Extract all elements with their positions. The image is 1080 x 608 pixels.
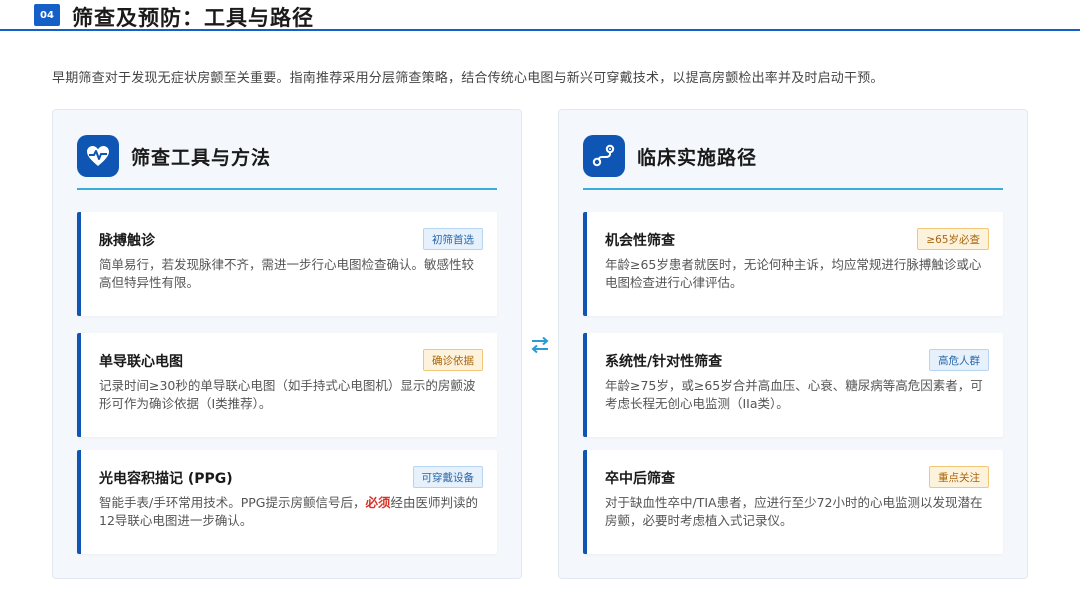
clinical-pathway-panel: 临床实施路径 机会性筛查 ≥65岁必查 年龄≥65岁患者就医时，无论何种主诉，均… xyxy=(558,109,1028,579)
header-divider xyxy=(0,29,1080,31)
card-opportunistic-screening: 机会性筛查 ≥65岁必查 年龄≥65岁患者就医时，无论何种主诉，均应常规进行脉搏… xyxy=(583,212,1003,316)
panel-divider xyxy=(583,188,1003,190)
card-title: 光电容积描记 (PPG) xyxy=(99,471,233,487)
card-badge: 重点关注 xyxy=(929,466,989,488)
card-badge: 确诊依据 xyxy=(423,349,483,371)
page-title: 筛查及预防：工具与路径 xyxy=(72,6,314,30)
card-description: 记录时间≥30秒的单导联心电图（如手持式心电图机）显示的房颤波形可作为确诊依据（… xyxy=(99,378,476,411)
card-badge: 初筛首选 xyxy=(423,228,483,250)
card-pulse-palpation: 脉搏触诊 初筛首选 简单易行，若发现脉律不齐，需进一步行心电图检查确认。敏感性较… xyxy=(77,212,497,316)
panel-title: 筛查工具与方法 xyxy=(131,146,272,169)
card-title: 机会性筛查 xyxy=(605,233,675,249)
card-description: 年龄≥65岁患者就医时，无论何种主诉，均应常规进行脉搏触诊或心电图检查进行心律评… xyxy=(605,257,982,290)
card-badge: ≥65岁必查 xyxy=(917,228,989,250)
card-description: 年龄≥75岁，或≥65岁合并高血压、心衰、糖尿病等高危因素者，可考虑长程无创心电… xyxy=(605,378,983,411)
section-number: 04 xyxy=(34,4,60,26)
card-badge: 可穿戴设备 xyxy=(412,466,483,488)
card-post-stroke-screening: 卒中后筛查 重点关注 对于缺血性卒中/TIA患者，应进行至少72小时的心电监测以… xyxy=(583,450,1003,554)
heart-pulse-icon xyxy=(77,135,119,177)
card-title: 卒中后筛查 xyxy=(605,471,675,487)
card-title: 系统性/针对性筛查 xyxy=(605,354,723,370)
card-title: 单导联心电图 xyxy=(99,354,183,370)
card-ppg: 光电容积描记 (PPG) 可穿戴设备 智能手表/手环常用技术。PPG提示房颤信号… xyxy=(77,450,497,554)
panel-title: 临床实施路径 xyxy=(637,146,758,169)
panel-divider xyxy=(77,188,497,190)
panel-header: 筛查工具与方法 xyxy=(77,134,271,178)
desc-emphasis: 必须 xyxy=(365,495,391,510)
card-description: 智能手表/手环常用技术。PPG提示房颤信号后，必须经由医师判读的12导联心电图进… xyxy=(99,494,479,530)
card-systematic-screening: 系统性/针对性筛查 高危人群 年龄≥75岁，或≥65岁合并高血压、心衰、糖尿病等… xyxy=(583,333,1003,437)
intro-text: 早期筛查对于发现无症状房颤至关重要。指南推荐采用分层筛查策略，结合传统心电图与新… xyxy=(52,71,884,86)
card-title: 脉搏触诊 xyxy=(99,233,155,249)
slide-header: 04 筛查及预防：工具与路径 xyxy=(0,0,1080,32)
card-description: 简单易行，若发现脉律不齐，需进一步行心电图检查确认。敏感性较高但特异性有限。 xyxy=(99,257,475,290)
panel-header: 临床实施路径 xyxy=(583,134,757,178)
screening-tools-panel: 筛查工具与方法 脉搏触诊 初筛首选 简单易行，若发现脉律不齐，需进一步行心电图检… xyxy=(52,109,522,579)
swap-arrows-icon xyxy=(529,336,551,354)
card-description: 对于缺血性卒中/TIA患者，应进行至少72小时的心电监测以发现潜在房颤，必要时考… xyxy=(605,495,983,528)
desc-text: 智能手表/手环常用技术。PPG提示房颤信号后， xyxy=(99,495,366,510)
card-badge: 高危人群 xyxy=(929,349,989,371)
card-single-lead-ecg: 单导联心电图 确诊依据 记录时间≥30秒的单导联心电图（如手持式心电图机）显示的… xyxy=(77,333,497,437)
route-icon xyxy=(583,135,625,177)
